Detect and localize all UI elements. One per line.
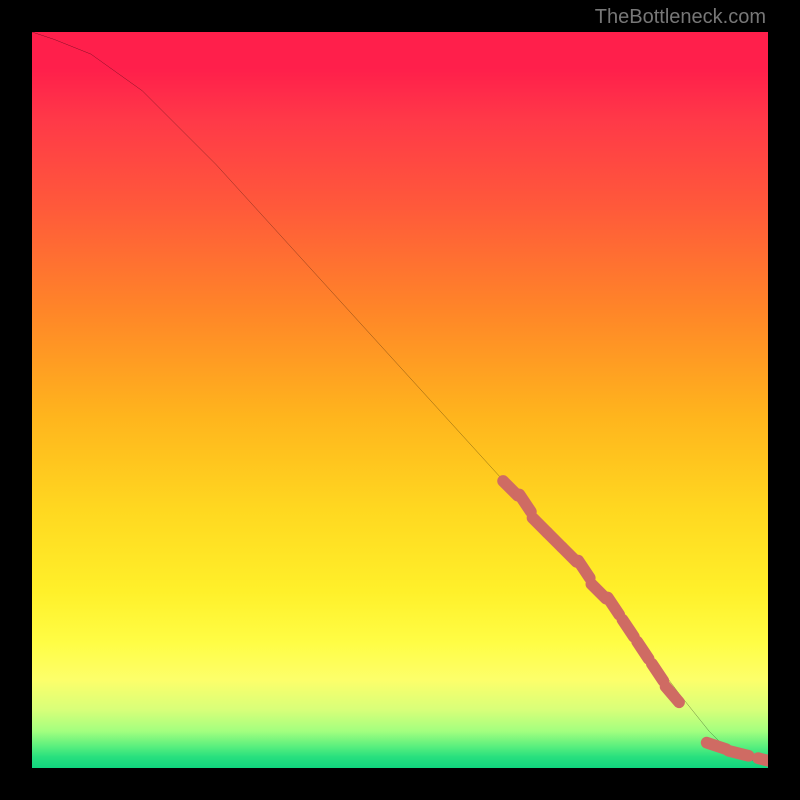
marker-dot — [637, 642, 648, 659]
chart-svg — [32, 32, 768, 768]
marker-dot — [729, 751, 749, 756]
marker-dot — [758, 758, 768, 763]
watermark-text: TheBottleneck.com — [595, 6, 766, 29]
highlighted-range — [503, 481, 768, 763]
marker-dot — [622, 620, 633, 637]
chart-frame: TheBottleneck.com — [0, 0, 800, 800]
marker-dot — [519, 494, 530, 511]
curve-line — [32, 32, 768, 761]
marker-dot — [578, 561, 589, 578]
marker-dot — [666, 687, 679, 703]
bottleneck-curve — [32, 32, 768, 761]
marker-dot — [652, 664, 663, 681]
marker-dot — [608, 598, 619, 615]
plot-area — [32, 32, 768, 768]
